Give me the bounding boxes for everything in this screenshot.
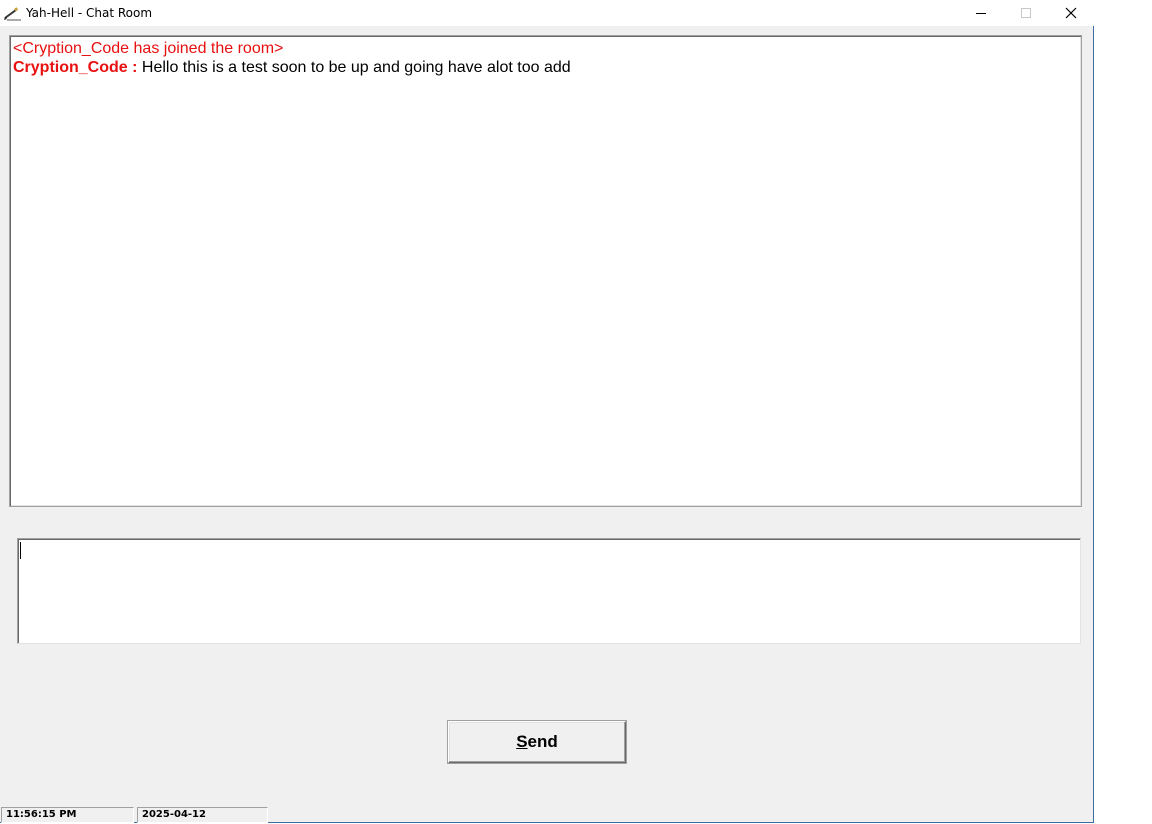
title-bar[interactable]: Yah-Hell - Chat Room xyxy=(0,0,1094,26)
status-date: 2025-04-12 xyxy=(137,807,268,823)
maximize-button[interactable] xyxy=(1003,0,1049,26)
minimize-icon xyxy=(976,13,986,14)
message-username: Cryption_Code : xyxy=(13,59,138,76)
close-icon xyxy=(1065,7,1077,19)
text-caret xyxy=(20,542,21,559)
send-button[interactable]: Send xyxy=(448,721,626,763)
chat-log[interactable]: <Cryption_Code has joined the room> Cryp… xyxy=(9,35,1082,507)
chat-message: Cryption_Code : Hello this is a test soo… xyxy=(13,58,1078,77)
close-button[interactable] xyxy=(1048,0,1094,26)
send-label-mnemonic: S xyxy=(516,732,528,751)
message-text: Hello this is a test soon to be up and g… xyxy=(137,59,571,76)
minimize-button[interactable] xyxy=(958,0,1004,26)
system-message: <Cryption_Code has joined the room> xyxy=(13,40,284,57)
status-time: 11:56:15 PM xyxy=(1,807,134,823)
send-label-rest: end xyxy=(527,732,558,751)
window-title: Yah-Hell - Chat Room xyxy=(26,6,153,20)
pencil-icon xyxy=(4,6,22,21)
maximize-icon xyxy=(1021,8,1031,18)
message-input[interactable] xyxy=(17,538,1081,644)
chat-room-window: Yah-Hell - Chat Room <Cryption_Code has … xyxy=(0,0,1094,823)
